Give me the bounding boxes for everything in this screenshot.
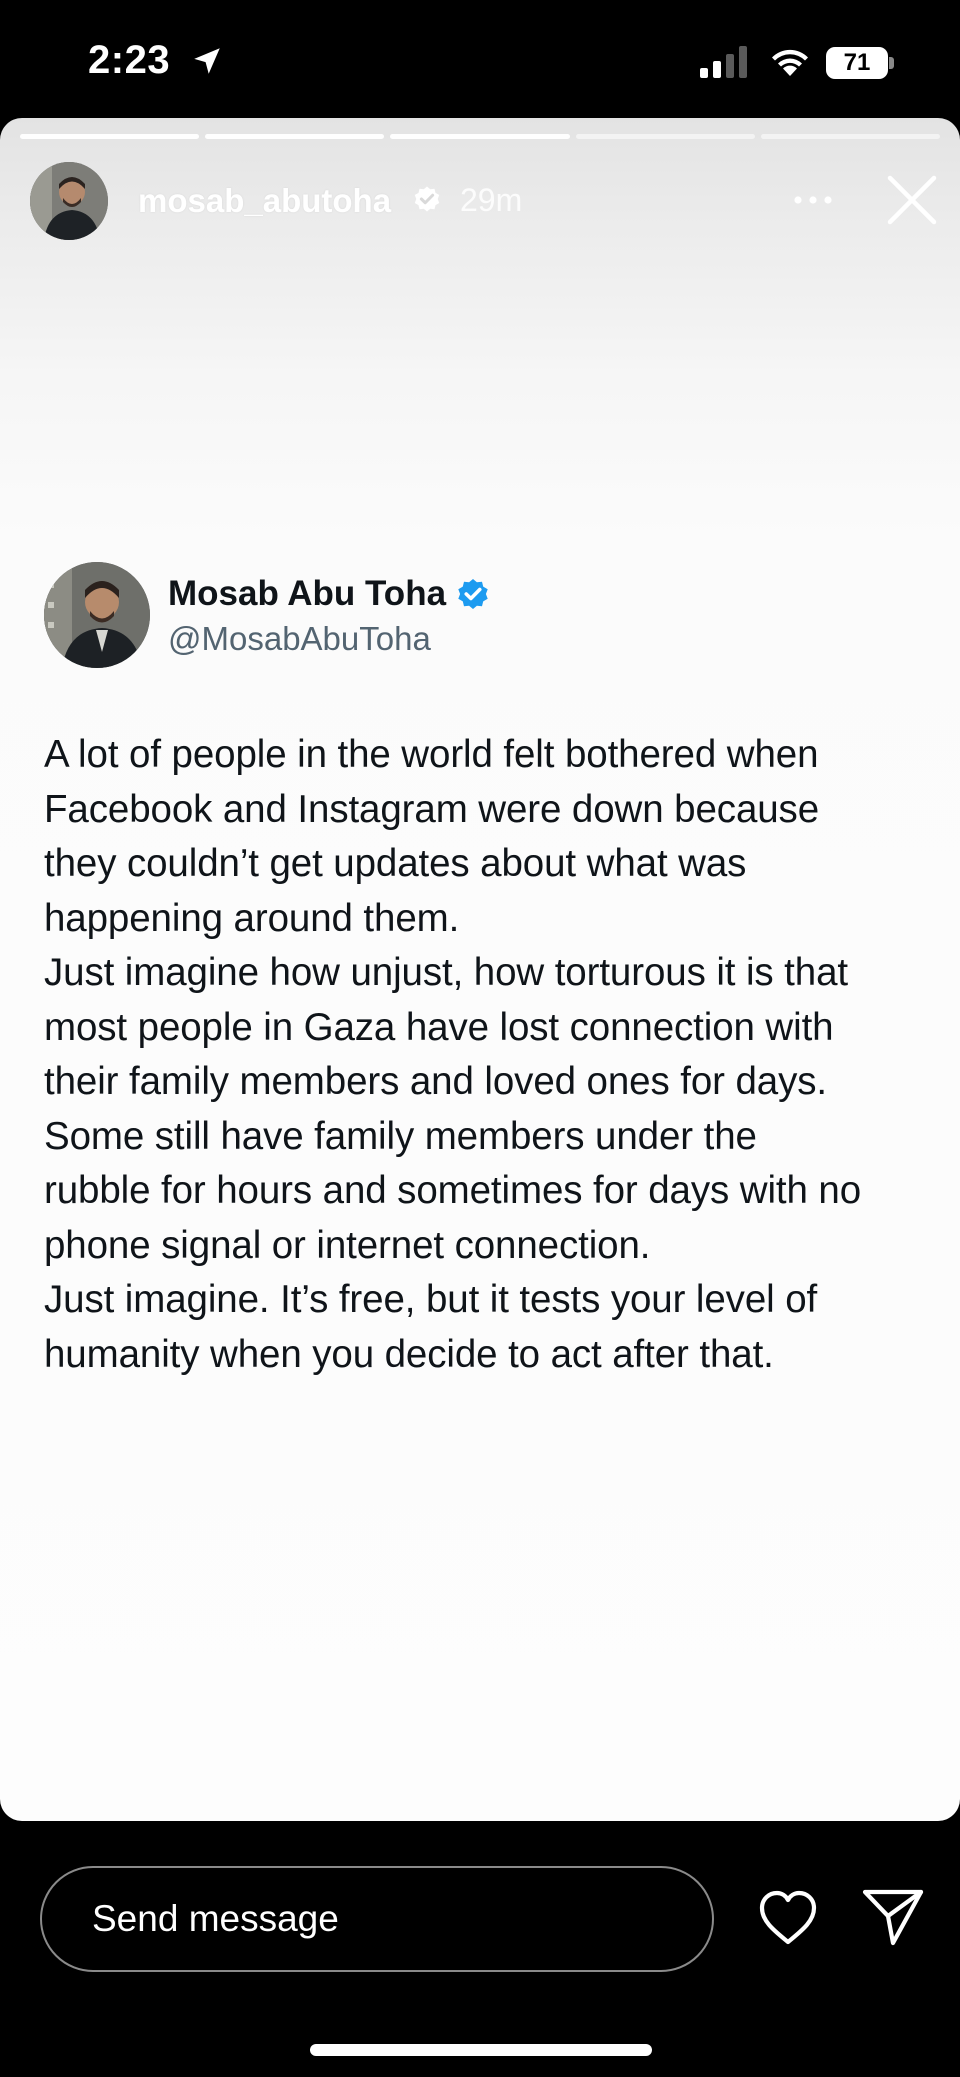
tweet-line: they couldn’t get updates about what was [44, 842, 747, 885]
tweet-line: their family members and loved ones for … [44, 1060, 827, 1103]
cellular-signal-icon [700, 46, 747, 78]
progress-segment [390, 134, 570, 139]
tweet-avatar [44, 562, 150, 668]
avatar[interactable] [30, 162, 108, 240]
heart-icon[interactable] [756, 1888, 820, 1948]
tweet-line: rubble for hours and sometimes for days … [44, 1169, 862, 1212]
send-icon[interactable] [860, 1886, 926, 1948]
send-message-input[interactable]: Send message [40, 1866, 714, 1972]
verified-badge-icon [458, 579, 488, 609]
location-arrow-icon [194, 48, 220, 74]
status-bar: 2:23 71 [0, 0, 960, 118]
story-header: mosab_abutoha 29m [0, 160, 960, 242]
battery-icon: 71 [826, 47, 894, 79]
tweet-line: most people in Gaza have lost connection… [44, 1005, 834, 1049]
tweet-line: Just imagine. It’s free, but it tests yo… [44, 1278, 818, 1321]
tweet-handle: @MosabAbuToha [168, 620, 431, 657]
tweet-line: Facebook and Instagram were down because [44, 787, 820, 831]
status-time: 2:23 [88, 38, 171, 82]
progress-segment [575, 134, 755, 139]
tweet-display-name: Mosab Abu Toha [168, 574, 447, 613]
story-timestamp: 29m [460, 182, 523, 218]
home-indicator [310, 2044, 652, 2056]
wifi-icon [772, 49, 808, 76]
tweet-body: A lot of people in the world felt bother… [44, 728, 924, 1382]
verified-badge-icon [414, 186, 440, 212]
progress-segment [760, 134, 941, 139]
tweet-line: phone signal or internet connection. [44, 1223, 651, 1267]
story-card[interactable]: mosab_abutoha 29m Mosab Abu Toha @MosabA… [0, 118, 960, 1821]
progress-segment [205, 134, 385, 139]
tweet-line: Just imagine how unjust, how torturous i… [44, 951, 848, 994]
story-progress-bar [20, 134, 941, 139]
tweet-line: Some still have family members under the [44, 1114, 757, 1158]
close-icon[interactable] [882, 170, 942, 230]
tweet-line: happening around them. [44, 896, 460, 940]
more-options-icon[interactable] [788, 180, 838, 220]
tweet-line: humanity when you decide to act after th… [44, 1332, 774, 1376]
progress-segment [20, 134, 200, 139]
send-message-placeholder: Send message [92, 1898, 339, 1939]
battery-level: 71 [826, 47, 888, 79]
story-username[interactable]: mosab_abutoha [138, 182, 391, 220]
tweet-line: A lot of people in the world felt bother… [44, 733, 819, 776]
